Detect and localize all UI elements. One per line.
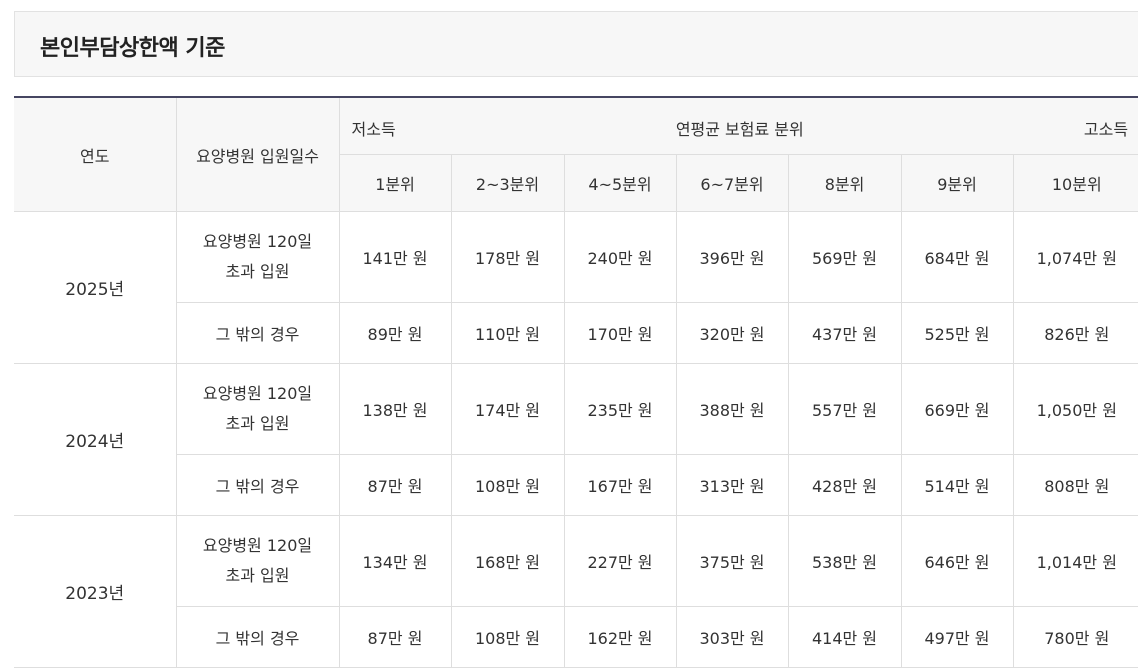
table-row: 2023년 요양병원 120일 초과 입원 134만 원 168만 원 227만… <box>14 515 1138 668</box>
header-high-income: 고소득 <box>1083 120 1129 139</box>
header-row-1: 연도 요양병원 입원일수 저소득 연평균 보험료 분위 고소득 <box>14 96 1138 212</box>
value-cell: 396만 원 <box>675 211 789 303</box>
value-cell: 313만 원 <box>675 454 789 516</box>
days-label-line1: 요양병원 120일 <box>202 232 313 251</box>
value-cell: 162만 원 <box>563 606 677 668</box>
value-cell: 808만 원 <box>1012 454 1138 516</box>
value-cell: 375만 원 <box>675 515 789 607</box>
table-body: 2025년 요양병원 120일 초과 입원 141만 원 178만 원 240만… <box>14 211 1138 668</box>
value-cell: 108만 원 <box>450 454 565 516</box>
header-year: 연도 <box>14 96 177 212</box>
header-decile: 4~5분위 <box>563 154 677 212</box>
value-cell: 240만 원 <box>563 211 677 303</box>
table-row: 그 밖의 경우 87만 원 108만 원 167만 원 313만 원 428만 … <box>14 454 1138 516</box>
value-cell: 87만 원 <box>338 454 452 516</box>
page-title: 본인부담상한액 기준 <box>40 36 225 61</box>
value-cell: 108만 원 <box>450 606 565 668</box>
value-cell: 110만 원 <box>450 302 565 364</box>
header-decile: 9분위 <box>900 154 1014 212</box>
value-cell: 414만 원 <box>787 606 902 668</box>
value-cell: 646만 원 <box>900 515 1014 607</box>
header-decile: 2~3분위 <box>450 154 565 212</box>
value-cell: 780만 원 <box>1012 606 1138 668</box>
value-cell: 320만 원 <box>675 302 789 364</box>
header-decile: 6~7분위 <box>675 154 789 212</box>
header-premium-percentile: 연평균 보험료 분위 <box>675 120 804 139</box>
title-box: 본인부담상한액 기준 <box>14 11 1138 77</box>
days-cell: 그 밖의 경우 <box>176 454 340 516</box>
table-row: 그 밖의 경우 89만 원 110만 원 170만 원 320만 원 437만 … <box>14 302 1138 364</box>
value-cell: 437만 원 <box>787 302 902 364</box>
table-header: 연도 요양병원 입원일수 저소득 연평균 보험료 분위 고소득 1분위 2~3분… <box>14 96 1138 212</box>
value-cell: 178만 원 <box>450 211 565 303</box>
value-cell: 138만 원 <box>338 363 452 455</box>
days-label-line2: 초과 입원 <box>225 262 290 281</box>
value-cell: 227만 원 <box>563 515 677 607</box>
header-days: 요양병원 입원일수 <box>175 96 340 212</box>
value-cell: 141만 원 <box>338 211 452 303</box>
value-cell: 1,050만 원 <box>1012 363 1138 455</box>
table-row: 2024년 요양병원 120일 초과 입원 138만 원 174만 원 235만… <box>14 363 1138 516</box>
days-cell: 요양병원 120일 초과 입원 <box>175 515 340 607</box>
value-cell: 87만 원 <box>338 606 452 668</box>
value-cell: 428만 원 <box>787 454 902 516</box>
copay-ceiling-table: 연도 요양병원 입원일수 저소득 연평균 보험료 분위 고소득 1분위 2~3분… <box>14 96 1138 668</box>
value-cell: 557만 원 <box>787 363 902 455</box>
value-cell: 235만 원 <box>563 363 677 455</box>
days-cell: 그 밖의 경우 <box>176 302 340 364</box>
days-cell: 그 밖의 경우 <box>176 606 340 668</box>
days-label-line2: 초과 입원 <box>225 414 290 433</box>
value-cell: 1,014만 원 <box>1012 515 1138 607</box>
table-row: 그 밖의 경우 87만 원 108만 원 162만 원 303만 원 414만 … <box>14 606 1138 668</box>
value-cell: 514만 원 <box>900 454 1014 516</box>
value-cell: 167만 원 <box>563 454 677 516</box>
header-decile: 10분위 <box>1012 154 1138 212</box>
header-decile: 1분위 <box>339 154 452 212</box>
days-label-line2: 초과 입원 <box>225 566 290 585</box>
days-cell: 요양병원 120일 초과 입원 <box>175 211 340 303</box>
value-cell: 1,074만 원 <box>1012 211 1138 303</box>
value-cell: 569만 원 <box>787 211 902 303</box>
year-cell: 2024년 <box>14 363 177 516</box>
value-cell: 525만 원 <box>900 302 1014 364</box>
header-income-range: 저소득 연평균 보험료 분위 고소득 <box>338 96 1138 155</box>
value-cell: 134만 원 <box>338 515 452 607</box>
table-row: 2025년 요양병원 120일 초과 입원 141만 원 178만 원 240만… <box>14 211 1138 364</box>
value-cell: 497만 원 <box>900 606 1014 668</box>
value-cell: 538만 원 <box>787 515 902 607</box>
year-cell: 2025년 <box>14 211 177 364</box>
year-cell: 2023년 <box>14 515 177 668</box>
value-cell: 168만 원 <box>450 515 565 607</box>
value-cell: 89만 원 <box>338 302 452 364</box>
value-cell: 826만 원 <box>1012 302 1138 364</box>
value-cell: 303만 원 <box>675 606 789 668</box>
value-cell: 174만 원 <box>450 363 565 455</box>
days-label-line1: 요양병원 120일 <box>202 384 313 403</box>
value-cell: 684만 원 <box>900 211 1014 303</box>
header-decile: 8분위 <box>787 154 902 212</box>
value-cell: 388만 원 <box>675 363 789 455</box>
days-label-line1: 요양병원 120일 <box>202 536 313 555</box>
value-cell: 669만 원 <box>900 363 1014 455</box>
value-cell: 170만 원 <box>563 302 677 364</box>
days-cell: 요양병원 120일 초과 입원 <box>175 363 340 455</box>
